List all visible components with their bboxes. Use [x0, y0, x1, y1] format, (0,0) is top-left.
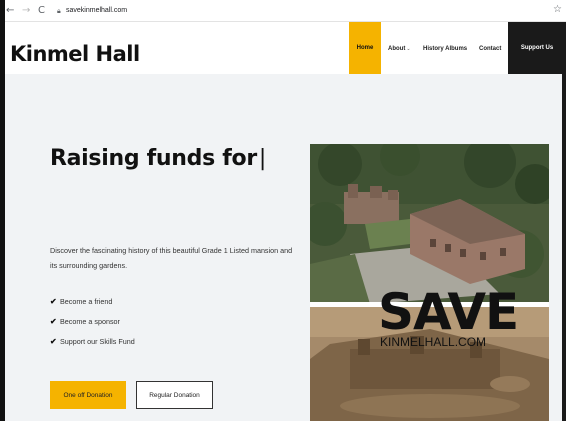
- hero-image: SAVE KINMELHALL.COM: [310, 144, 549, 421]
- window-edge: [0, 0, 5, 421]
- forward-arrow-icon[interactable]: →: [22, 4, 30, 18]
- nav-about-label: About: [388, 46, 406, 52]
- feature-label: Become a sponsor: [60, 317, 120, 326]
- chevron-down-icon: ⌄: [406, 46, 411, 52]
- save-domain-text: KINMELHALL.COM: [380, 335, 487, 349]
- checkmark-icon: ✔: [50, 297, 57, 306]
- page: ← → C 🔒︎ savekinmelhall.com ☆ Kinmel Hal…: [0, 0, 566, 421]
- typing-cursor: |: [258, 146, 266, 171]
- lock-icon[interactable]: 🔒︎: [57, 6, 61, 16]
- nav-home[interactable]: Home: [349, 22, 381, 74]
- hero-description: Discover the fascinating history of this…: [50, 246, 293, 270]
- nav-contact[interactable]: Contact: [479, 46, 501, 52]
- feature-item: ✔ Become a friend: [50, 296, 112, 308]
- nav-about[interactable]: About⌄: [388, 46, 411, 52]
- reload-icon[interactable]: C: [38, 4, 45, 18]
- hero-title-text: Raising funds for: [50, 146, 257, 171]
- feature-label: Become a friend: [60, 297, 113, 306]
- bookmark-star-icon[interactable]: ☆: [553, 4, 562, 16]
- checkmark-icon: ✔: [50, 317, 57, 326]
- feature-label: Support our Skills Fund: [60, 337, 135, 346]
- browser-toolbar: ← → C 🔒︎ savekinmelhall.com ☆: [0, 0, 566, 22]
- hero-title: Raising funds for|: [50, 142, 266, 176]
- save-heading: SAVE: [378, 283, 519, 341]
- checkmark-icon: ✔: [50, 337, 57, 346]
- support-us-button[interactable]: Support Us: [508, 22, 566, 74]
- feature-item: ✔ Become a sponsor: [50, 316, 120, 328]
- regular-donation-button[interactable]: Regular Donation: [136, 381, 213, 409]
- feature-item: ✔ Support our Skills Fund: [50, 336, 135, 348]
- back-arrow-icon[interactable]: ←: [6, 4, 14, 18]
- nav-history-albums[interactable]: History Albums: [423, 46, 467, 52]
- window-edge-right: [562, 74, 566, 421]
- address-bar[interactable]: savekinmelhall.com: [66, 5, 127, 17]
- site-logo[interactable]: Kinmel Hall: [10, 42, 140, 66]
- one-off-donation-button[interactable]: One off Donation: [50, 381, 126, 409]
